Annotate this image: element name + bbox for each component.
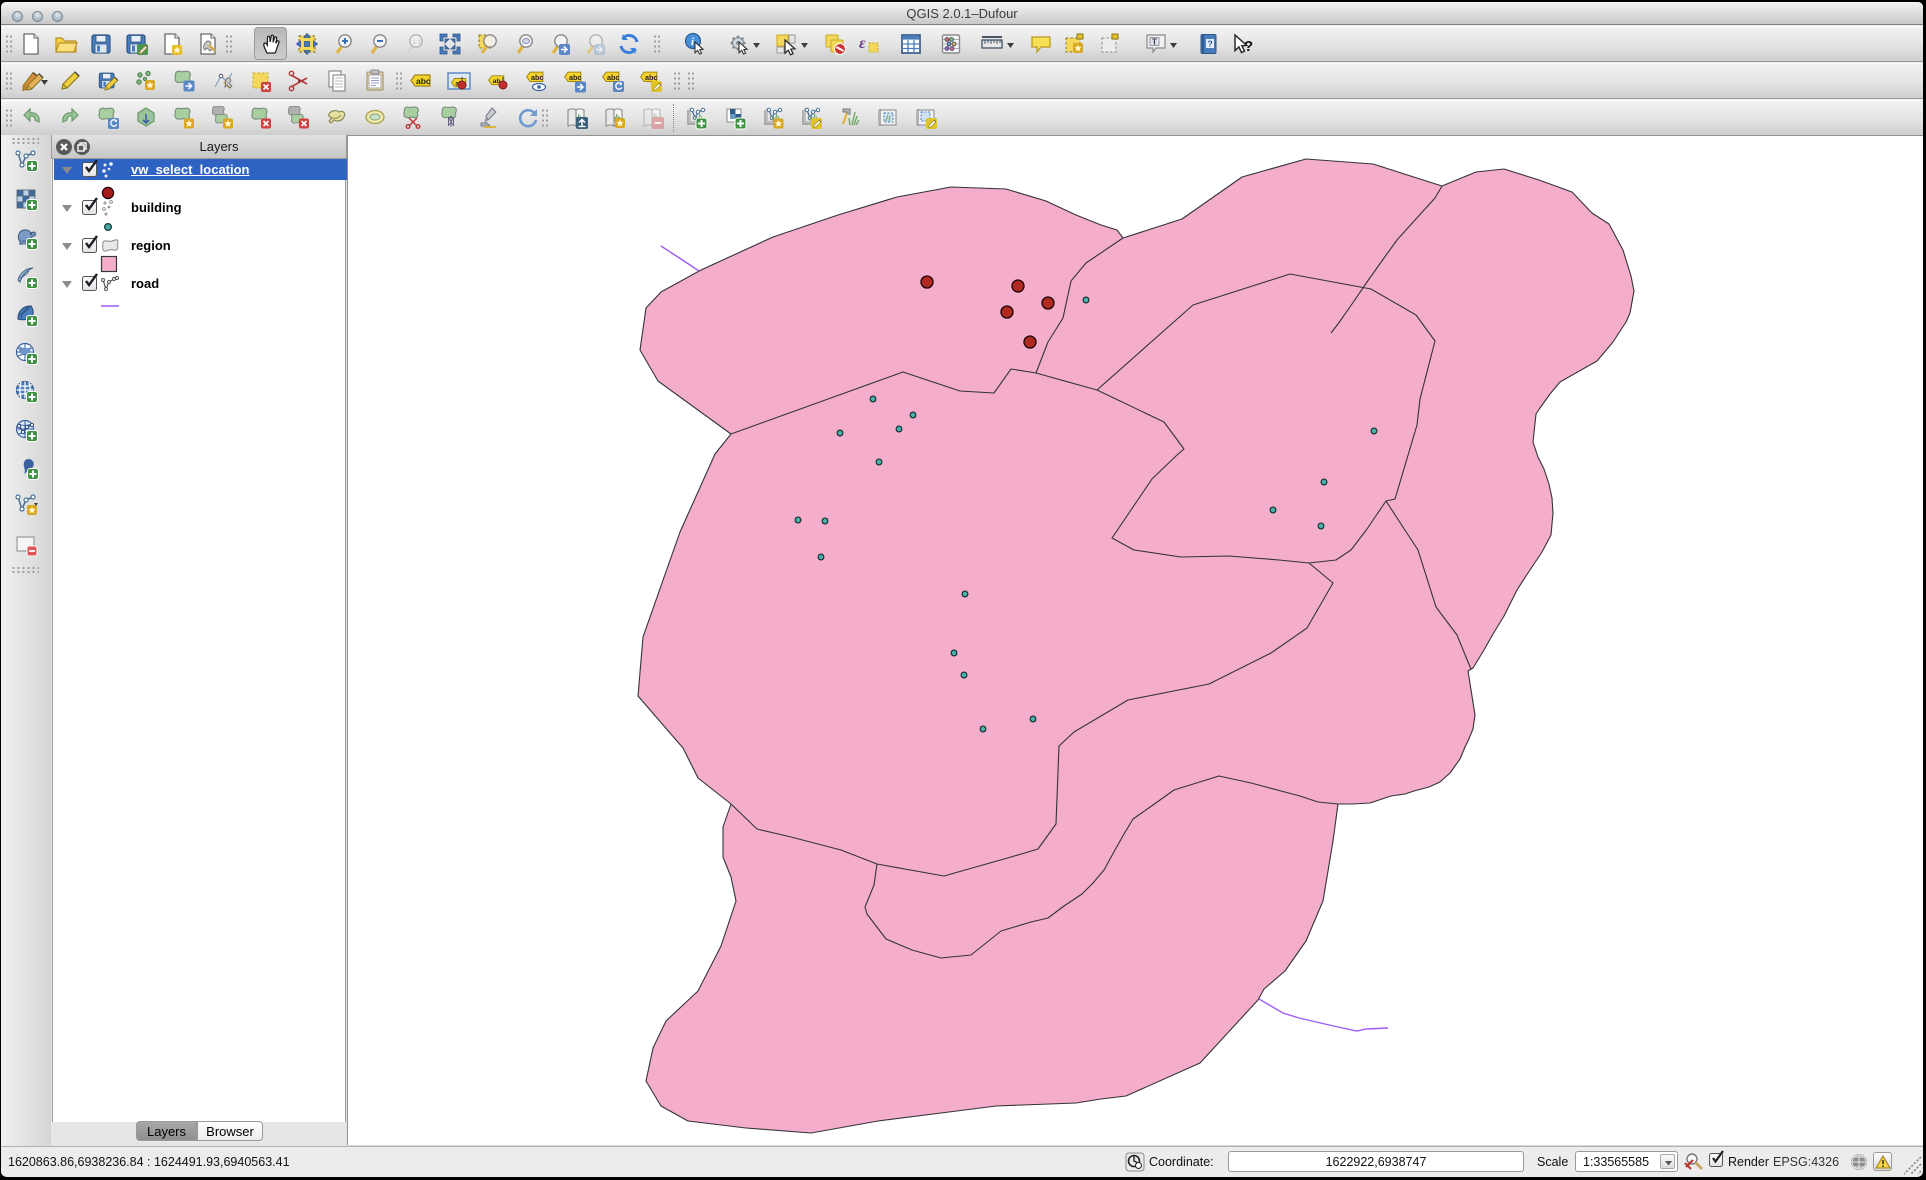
svg-text:abc: abc: [569, 73, 581, 82]
svg-text:1:1: 1:1: [413, 39, 422, 46]
svg-text:ε: ε: [859, 35, 866, 52]
svg-text:abc: abc: [645, 73, 657, 82]
svg-text:?: ?: [1244, 38, 1253, 55]
svg-text:T: T: [1152, 38, 1157, 47]
svg-text:abc: abc: [531, 73, 543, 82]
svg-text:?: ?: [1208, 39, 1213, 49]
svg-text:abc: abc: [607, 73, 619, 82]
svg-text:abc: abc: [416, 76, 431, 86]
